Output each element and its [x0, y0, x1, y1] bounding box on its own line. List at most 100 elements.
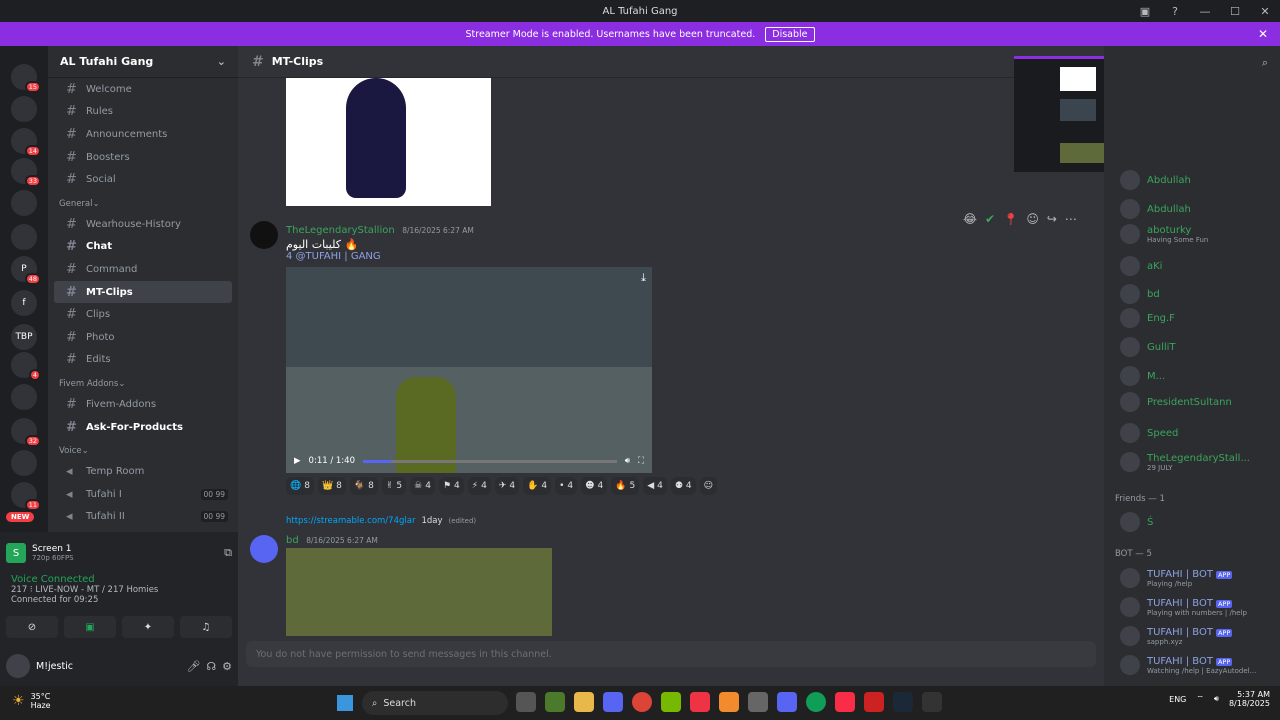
- server-icon[interactable]: 32: [11, 418, 41, 447]
- wifi-icon[interactable]: ⌔: [1196, 694, 1204, 704]
- add-reaction-icon[interactable]: ☺: [1026, 212, 1039, 226]
- camera-off-button[interactable]: ⊘: [6, 616, 58, 638]
- windows-start-icon[interactable]: [337, 695, 353, 711]
- server-icon[interactable]: 14: [11, 128, 41, 157]
- activity-button[interactable]: ✦: [122, 616, 174, 638]
- play-icon[interactable]: ▶: [294, 456, 301, 466]
- fullscreen-icon[interactable]: ⛶: [638, 456, 644, 466]
- download-icon[interactable]: ⤓: [641, 271, 646, 285]
- server-icon[interactable]: 4: [11, 352, 41, 381]
- video-player[interactable]: ⤓ ▶ 0:11 / 1:40 🔊︎ ⛶: [286, 267, 652, 473]
- reaction-emoji-icon[interactable]: 😂: [963, 212, 977, 226]
- member-item[interactable]: aKi: [1120, 256, 1276, 276]
- channel-item[interactable]: # Announcements: [54, 123, 232, 146]
- channel-item[interactable]: # Fivem-Addons: [54, 393, 232, 416]
- music-icon[interactable]: [835, 692, 855, 712]
- member-item[interactable]: PresidentSultann: [1120, 392, 1276, 412]
- server-icon[interactable]: 11: [11, 482, 41, 511]
- clock[interactable]: 5:37 AM 8/18/2025: [1229, 690, 1270, 708]
- channel-item[interactable]: # Social: [54, 168, 232, 191]
- forward-icon[interactable]: ↪: [1047, 212, 1057, 226]
- channel-item[interactable]: # Clips: [54, 303, 232, 326]
- reaction[interactable]: ✋ 4: [523, 477, 552, 495]
- avatar[interactable]: [250, 535, 278, 563]
- server-icon[interactable]: [11, 450, 37, 476]
- help-icon[interactable]: ?: [1160, 5, 1190, 18]
- server-icon[interactable]: 33: [11, 158, 41, 187]
- server-icon[interactable]: [11, 190, 37, 216]
- member-item[interactable]: Abdullah: [1120, 199, 1276, 219]
- nvidia-icon[interactable]: [661, 692, 681, 712]
- check-emoji-icon[interactable]: ✔: [985, 212, 995, 226]
- channel-item[interactable]: # Rules: [54, 101, 232, 124]
- stream-preview[interactable]: S Screen 1 720p 60FPS ⧉: [6, 536, 232, 570]
- server-icon[interactable]: 15: [11, 64, 41, 93]
- channel-item[interactable]: # Ask-For-Products: [54, 416, 232, 439]
- member-item[interactable]: Ś: [1120, 512, 1276, 532]
- bot-item[interactable]: TUFAHI | BOT APP sapph.xyz: [1120, 625, 1276, 646]
- more-icon[interactable]: ⋯: [1065, 212, 1077, 226]
- reaction[interactable]: 🐐 8: [349, 477, 378, 495]
- headset-icon[interactable]: ☊: [206, 660, 216, 673]
- category-fivem[interactable]: Fivem Addons ⌄: [48, 371, 238, 393]
- taskbar-search[interactable]: ⌕ Search: [362, 691, 508, 715]
- app-icon[interactable]: [748, 692, 768, 712]
- reaction[interactable]: ☠ 4: [410, 477, 435, 495]
- server-icon[interactable]: TBP: [11, 324, 37, 350]
- voice-channel-item[interactable]: ◂ Tufahi I 00 99: [54, 483, 232, 506]
- member-item[interactable]: aboturky Having Some Fun: [1120, 224, 1276, 244]
- voice-channel-item[interactable]: ◂ Tufahi II 00 99: [54, 506, 232, 529]
- reaction[interactable]: ✌ 5: [381, 477, 407, 495]
- share-screen-button[interactable]: ▣: [64, 616, 116, 638]
- member-item[interactable]: bd: [1120, 284, 1276, 304]
- reaction[interactable]: ⚉ 4: [670, 477, 696, 495]
- channel-item[interactable]: # Photo: [54, 326, 232, 349]
- pin-emoji-icon[interactable]: 📍︎: [1003, 212, 1018, 226]
- app-icon[interactable]: [719, 692, 739, 712]
- message-input[interactable]: You do not have permission to send messa…: [246, 641, 1096, 667]
- minimize-button[interactable]: —: [1190, 5, 1220, 18]
- add-reaction-button[interactable]: ☺: [699, 477, 718, 495]
- server-icon[interactable]: [11, 224, 37, 250]
- reply-link[interactable]: https://streamable.com/74glar: [286, 516, 415, 526]
- reaction[interactable]: • 4: [555, 477, 578, 495]
- soundboard-button[interactable]: ♫: [180, 616, 232, 638]
- popout-icon[interactable]: ⧉: [224, 546, 232, 560]
- member-item[interactable]: Speed: [1120, 423, 1276, 443]
- volume-icon[interactable]: 🔊︎: [1214, 694, 1219, 704]
- reaction[interactable]: ☻ 4: [581, 477, 608, 495]
- bot-item[interactable]: TUFAHI | BOT APP Watching /help | EazyAuto…: [1120, 654, 1276, 675]
- channel-item[interactable]: # Boosters: [54, 146, 232, 169]
- member-item[interactable]: TheLegendaryStall... 29 JULY: [1120, 452, 1276, 472]
- image-attachment[interactable]: [286, 548, 552, 636]
- image-attachment[interactable]: [286, 78, 491, 206]
- gear-icon[interactable]: ⚙: [222, 660, 232, 673]
- category-voice[interactable]: Voice ⌄: [48, 438, 238, 460]
- reaction[interactable]: ⚑ 4: [438, 477, 464, 495]
- server-icon[interactable]: [11, 96, 37, 122]
- category-general[interactable]: General ⌄: [48, 191, 238, 213]
- bot-item[interactable]: TUFAHI | BOT APP Playing /help: [1120, 567, 1276, 588]
- app-icon[interactable]: [864, 692, 884, 712]
- channel-item[interactable]: # Command: [54, 258, 232, 281]
- discord-icon[interactable]: [603, 692, 623, 712]
- member-item[interactable]: GulliT: [1120, 337, 1276, 357]
- language[interactable]: ENG: [1169, 695, 1186, 704]
- inbox-icon[interactable]: ▣: [1130, 5, 1160, 18]
- maximize-button[interactable]: ☐: [1220, 5, 1250, 18]
- weather-widget[interactable]: ☀ 35°C Haze: [12, 692, 51, 710]
- server-icon[interactable]: [11, 384, 37, 410]
- steam-icon[interactable]: [893, 692, 913, 712]
- task-view-icon[interactable]: [516, 692, 536, 712]
- reaction[interactable]: ✈ 4: [494, 477, 520, 495]
- reaction[interactable]: 🔥 5: [611, 477, 640, 495]
- mention[interactable]: 4 @TUFAHI | GANG: [286, 251, 786, 262]
- close-window-button[interactable]: ✕: [1250, 5, 1280, 18]
- author-name[interactable]: TheLegendaryStallion: [286, 225, 395, 236]
- banner-close-icon[interactable]: ✕: [1258, 27, 1268, 41]
- search-icon[interactable]: ⌕: [1262, 56, 1268, 70]
- channel-item[interactable]: # Chat: [54, 236, 232, 259]
- reaction[interactable]: 🌐 8: [286, 477, 314, 495]
- mic-icon[interactable]: 🎤︎: [186, 660, 200, 673]
- reaction[interactable]: ⚡ 4: [467, 477, 491, 495]
